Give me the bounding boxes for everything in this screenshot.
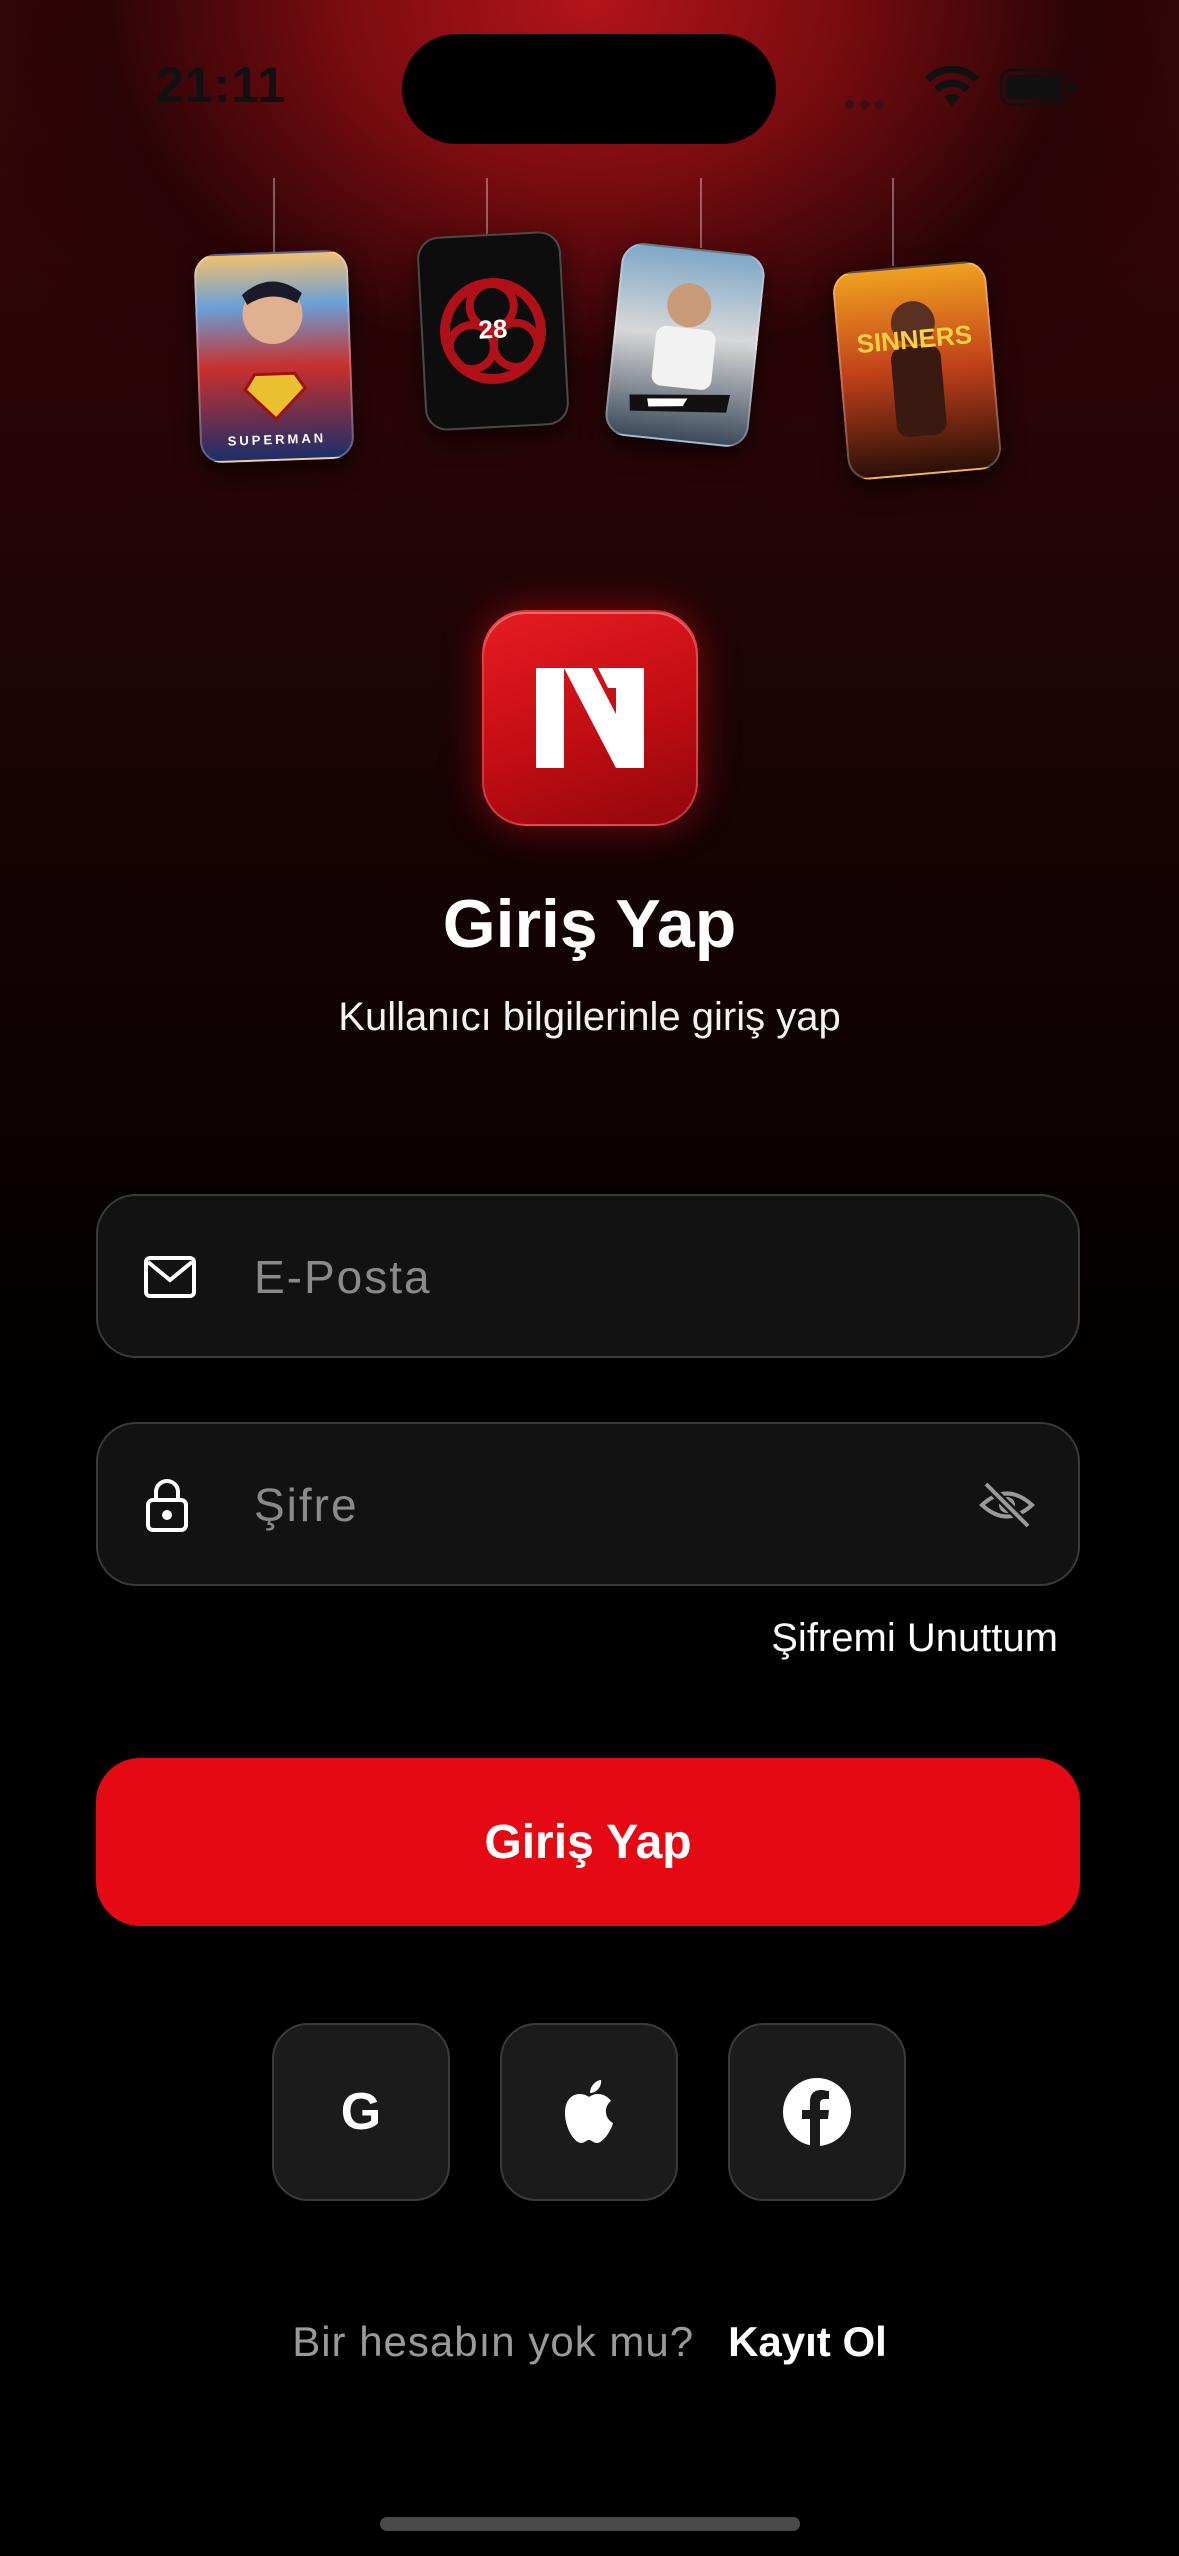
svg-text:28: 28: [478, 313, 508, 344]
app-logo: [482, 610, 698, 826]
facebook-icon: [783, 2078, 851, 2147]
email-input[interactable]: [252, 1196, 956, 1358]
poster-string: [892, 178, 894, 266]
eye-off-icon[interactable]: [978, 1480, 1036, 1530]
dynamic-island: [402, 34, 776, 144]
google-icon: G: [340, 2083, 382, 2141]
signup-question: Bir hesabın yok mu?: [292, 2318, 695, 2365]
lock-icon: [146, 1479, 188, 1532]
wifi-icon: [925, 66, 979, 106]
signup-row: Bir hesabın yok mu? Kayıt Ol: [0, 2318, 1179, 2366]
biohazard-poster-art: 28: [440, 278, 546, 384]
n-logo-icon: [536, 668, 644, 768]
password-field[interactable]: [96, 1422, 1080, 1586]
battery-icon: [1000, 68, 1075, 106]
forgot-password-link[interactable]: Şifremi Unuttum: [771, 1616, 1058, 1661]
poster-28-years-later[interactable]: 28: [416, 230, 570, 432]
email-field[interactable]: [96, 1194, 1080, 1358]
page-subtitle: Kullanıcı bilgilerinle giriş yap: [338, 995, 841, 1039]
signal-dots: [845, 96, 905, 109]
svg-text:SINNERS: SINNERS: [855, 319, 973, 359]
signup-link[interactable]: Kayıt Ol: [728, 2318, 887, 2365]
poster-sinners[interactable]: SINNERS: [831, 259, 1003, 482]
page-title: Giriş Yap: [442, 886, 737, 962]
home-indicator[interactable]: [380, 2517, 800, 2531]
password-input[interactable]: [252, 1424, 956, 1586]
poster-f1[interactable]: [603, 241, 767, 449]
login-button[interactable]: Giriş Yap: [96, 1758, 1080, 1926]
apple-login-button[interactable]: [500, 2023, 678, 2201]
poster-string: [486, 178, 488, 234]
google-login-button[interactable]: G: [272, 2023, 450, 2201]
poster-string: [273, 178, 275, 252]
facebook-login-button[interactable]: [728, 2023, 906, 2201]
poster-string: [700, 178, 702, 248]
status-time: 21:11: [156, 57, 287, 113]
f1-poster-art: [629, 283, 731, 413]
poster-superman[interactable]: SUPERMAN: [193, 249, 355, 464]
apple-icon: [565, 2080, 613, 2143]
sinners-poster-art: SINNERS: [855, 301, 973, 437]
mail-icon: [144, 1256, 196, 1298]
